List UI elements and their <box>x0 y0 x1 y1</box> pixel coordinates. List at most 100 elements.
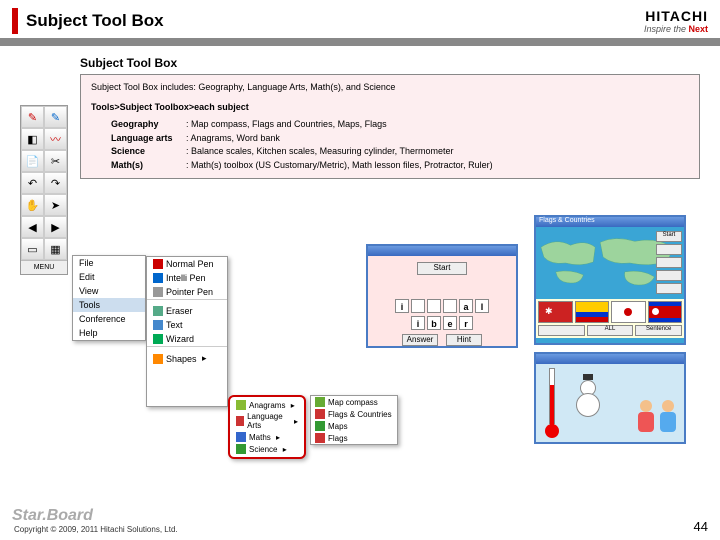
anagram-window: Start i a l i b e r Answer Hint <box>366 244 518 348</box>
submenu-normalpen[interactable]: Normal Pen <box>147 257 227 271</box>
flag-japan[interactable] <box>611 301 646 323</box>
eraser-icon <box>153 306 163 316</box>
menu-help[interactable]: Help <box>73 326 145 340</box>
info-nav: Tools>Subject Toolbox>each subject <box>91 101 689 115</box>
main-menu: File Edit View Tools Conference Help <box>72 255 146 341</box>
letter-tile[interactable]: e <box>443 316 457 330</box>
flag-colombia[interactable] <box>575 301 610 323</box>
brush-icon[interactable]: 〰 <box>44 128 67 150</box>
letter-tile[interactable] <box>443 299 457 313</box>
doc-icon[interactable]: ▭ <box>21 238 44 260</box>
letter-tile[interactable]: i <box>395 299 409 313</box>
submenu-maths[interactable]: Maths ▸ <box>232 431 302 443</box>
flag-iom[interactable]: ✱ <box>538 301 573 323</box>
subj-math: Math(s) <box>111 159 186 173</box>
info-includes: Subject Tool Box includes: Geography, La… <box>91 81 689 95</box>
submenu-flags[interactable]: Flags <box>311 432 397 444</box>
maps-icon <box>315 421 325 431</box>
menu-conference[interactable]: Conference <box>73 312 145 326</box>
hand-icon[interactable]: ✋ <box>21 194 44 216</box>
geography-submenu: Map compass Flags & Countries Maps Flags <box>310 395 398 445</box>
kids-graphic <box>636 400 678 438</box>
subj-geo: Geography <box>111 118 186 132</box>
menu-label[interactable]: MENU <box>21 260 67 274</box>
start-button[interactable]: Start <box>417 262 467 275</box>
page-number: 44 <box>694 519 708 534</box>
pen-icon <box>153 259 163 269</box>
submenu-anagrams[interactable]: Anagrams ▸ <box>232 399 302 411</box>
edit-icon[interactable]: ✂ <box>44 150 67 172</box>
flags-icon <box>315 433 325 443</box>
submenu-wizard[interactable]: Wizard <box>147 332 227 346</box>
subj-lang: Language arts <box>111 132 186 146</box>
flagcountry-icon <box>315 409 325 419</box>
submenu-eraser[interactable]: Eraser <box>147 304 227 318</box>
side-button[interactable] <box>656 283 682 294</box>
compass-icon <box>315 397 325 407</box>
starboard-toolbar: ✎✎ ◧〰 📄✂ ↶↷ ✋➤ ◀▶ ▭▦ MENU <box>20 105 68 275</box>
letter-tile[interactable]: a <box>459 299 473 313</box>
letter-tile[interactable]: b <box>427 316 441 330</box>
side-button[interactable] <box>656 270 682 281</box>
undo-icon[interactable]: ↶ <box>21 172 44 194</box>
submenu-compass[interactable]: Map compass <box>311 396 397 408</box>
snowman-graphic <box>570 374 606 430</box>
grid-icon[interactable]: ▦ <box>44 238 67 260</box>
titlebar[interactable] <box>536 354 684 364</box>
hint-button[interactable]: Hint <box>446 334 482 346</box>
menu-edit[interactable]: Edit <box>73 270 145 284</box>
submenu-maps[interactable]: Maps <box>311 420 397 432</box>
starboard-logo: Star.Board <box>12 507 178 525</box>
pen-icon[interactable]: ✎ <box>21 106 44 128</box>
page-title: Subject Tool Box <box>26 11 164 31</box>
eraser-icon[interactable]: ◧ <box>21 128 44 150</box>
submenu-shapes[interactable]: Shapes ▸ <box>147 351 227 366</box>
answer-button[interactable]: Answer <box>402 334 438 346</box>
letter-tile[interactable] <box>411 299 425 313</box>
start-button[interactable]: Start <box>656 231 682 242</box>
submenu-text[interactable]: Text <box>147 318 227 332</box>
prev-icon[interactable]: ◀ <box>21 216 44 238</box>
sentence-button[interactable]: Sentence <box>635 325 682 336</box>
submenu-pointerpen[interactable]: Pointer Pen <box>147 285 227 299</box>
subj-sci: Science <box>111 145 186 159</box>
letter-tile[interactable]: r <box>459 316 473 330</box>
letter-row: i b e r <box>368 316 516 330</box>
maths-icon <box>236 432 246 442</box>
letter-tile[interactable]: i <box>411 316 425 330</box>
redo-icon[interactable]: ↷ <box>44 172 67 194</box>
intellipen-icon <box>153 273 163 283</box>
side-button[interactable] <box>656 257 682 268</box>
submenu-langarts[interactable]: Language Arts ▸ <box>232 411 302 431</box>
file-icon[interactable]: 📄 <box>21 150 44 172</box>
science-icon <box>236 444 246 454</box>
logo-name: HITACHI <box>644 8 708 24</box>
pointerpen-icon <box>153 287 163 297</box>
anagram-icon <box>236 400 246 410</box>
menu-file[interactable]: File <box>73 256 145 270</box>
pointer-icon[interactable]: ➤ <box>44 194 67 216</box>
letter-tile[interactable]: l <box>475 299 489 313</box>
submenu-science[interactable]: Science ▸ <box>232 443 302 455</box>
wizard-icon <box>153 334 163 344</box>
foot-button[interactable] <box>538 325 585 336</box>
flag-dprk[interactable] <box>648 301 683 323</box>
thermometer-window <box>534 352 686 444</box>
submenu-intellipen[interactable]: Intelli Pen <box>147 271 227 285</box>
info-box: Subject Tool Box includes: Geography, La… <box>80 74 700 179</box>
marker-icon[interactable]: ✎ <box>44 106 67 128</box>
next-icon[interactable]: ▶ <box>44 216 67 238</box>
menu-tools[interactable]: Tools <box>73 298 145 312</box>
menu-view[interactable]: View <box>73 284 145 298</box>
submenu-flagscountries[interactable]: Flags & Countries <box>311 408 397 420</box>
section-title: Subject Tool Box <box>80 56 700 70</box>
titlebar[interactable] <box>368 246 516 256</box>
text-icon <box>153 320 163 330</box>
thermometer[interactable] <box>544 368 560 440</box>
titlebar[interactable]: Flags & Countries <box>536 217 684 227</box>
letter-tile[interactable] <box>427 299 441 313</box>
side-button[interactable] <box>656 244 682 255</box>
all-button[interactable]: ALL <box>587 325 634 336</box>
copyright: Copyright © 2009, 2011 Hitachi Solutions… <box>14 525 178 534</box>
langarts-icon <box>236 416 244 426</box>
